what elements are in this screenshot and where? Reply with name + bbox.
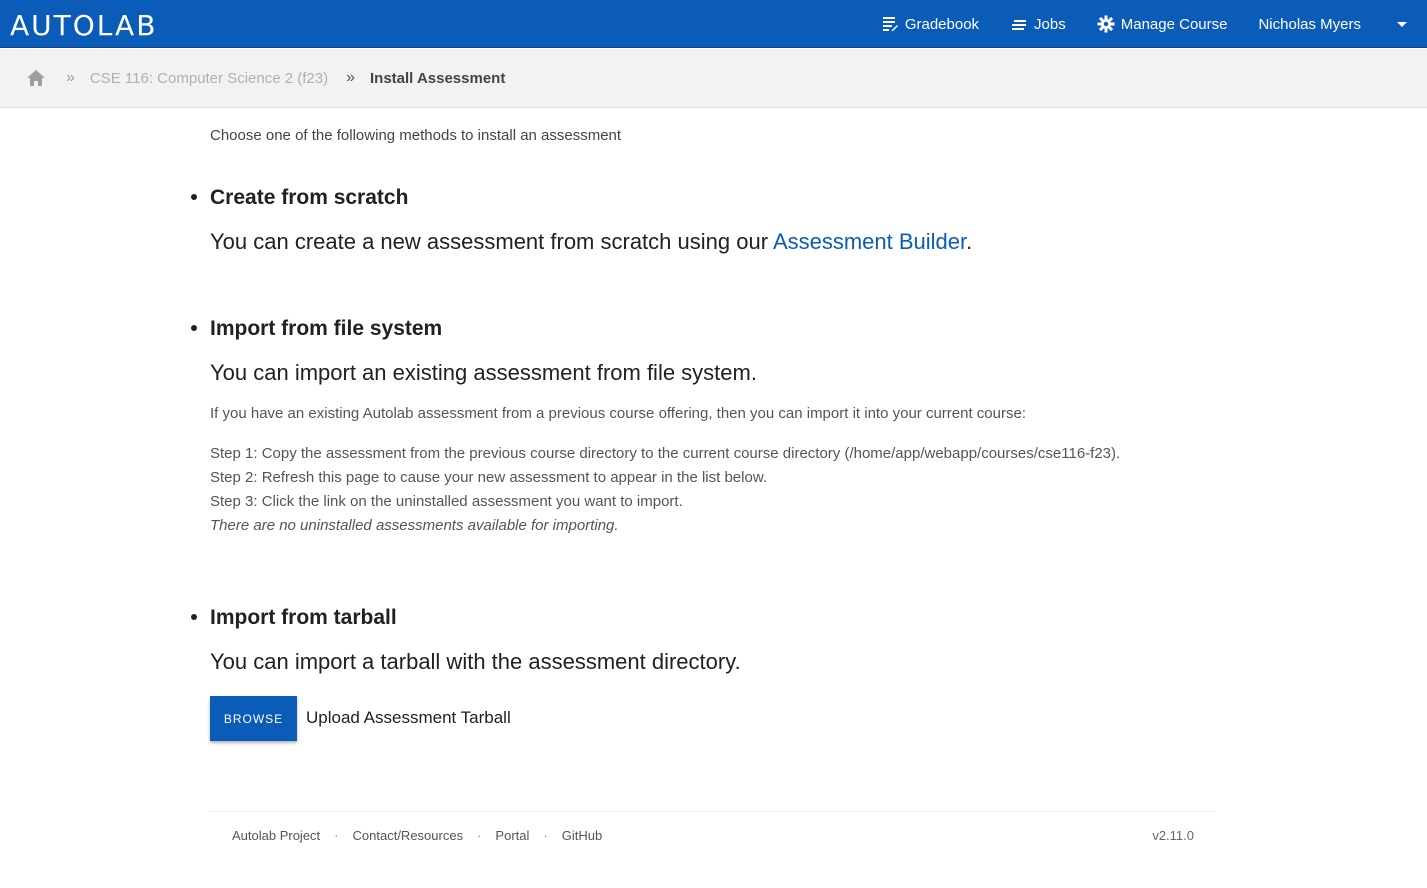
footer-separator: · [334,828,339,843]
jobs-icon [1012,20,1027,30]
section-description: If you have an existing Autolab assessme… [210,405,1026,422]
nav-manage-course-label: Manage Course [1120,15,1228,33]
bullet-icon [191,614,197,620]
section-import-file-system: Import from file system You can import a… [191,317,1220,538]
footer-link-github[interactable]: GitHub [562,828,602,843]
footer-separator: · [543,828,548,843]
empty-note: There are no uninstalled assessments ava… [210,517,619,534]
nav-gradebook[interactable]: Gradebook [881,0,979,48]
section-import-tarball: Import from tarball You can import a tar… [191,606,741,676]
nav-gradebook-label: Gradebook [904,15,980,33]
upload-tarball-label: Upload Assessment Tarball [306,708,511,727]
breadcrumb-separator-icon: » [66,69,75,86]
section-title: Import from file system [210,317,443,340]
svg-text:AUTOLAB: AUTOLAB [10,9,157,39]
home-icon[interactable] [26,69,46,87]
section-subtitle: You can create a new assessment from scr… [210,228,972,256]
top-navbar: AUTOLAB Gradebook Jobs Manage Course Nic… [0,0,1427,48]
section-subtitle: You can import a tarball with the assess… [210,649,741,674]
subtitle-suffix: . [966,229,973,254]
browse-button[interactable]: BROWSE [210,696,297,741]
bullet-icon [191,194,197,200]
section-title: Create from scratch [210,186,409,209]
caret-down-icon [1397,21,1407,27]
section-create-from-scratch: Create from scratch You can create a new… [191,186,972,256]
step-item: Step 3: Click the link on the uninstalle… [210,493,683,510]
subtitle-text: You can create a new assessment from scr… [210,229,773,254]
section-title: Import from tarball [210,606,397,629]
gear-icon [1097,15,1115,33]
user-menu[interactable]: Nicholas Myers [1258,16,1407,33]
footer-separator: · [477,828,482,843]
version-label: v2.11.0 [1152,828,1194,843]
section-subtitle: You can import an existing assessment fr… [210,360,757,385]
step-item: Step 1: Copy the assessment from the pre… [210,445,1121,462]
nav-jobs[interactable]: Jobs [1010,0,1066,48]
breadcrumb-course-link[interactable]: CSE 116: Computer Science 2 (f23) [90,70,328,87]
nav-jobs-label: Jobs [1034,15,1066,33]
user-name: Nicholas Myers [1258,15,1361,33]
breadcrumb-current: Install Assessment [369,69,506,87]
nav-items: Gradebook Jobs Manage Course Nicholas My… [881,0,1427,48]
footer-link-contact-resources[interactable]: Contact/Resources [353,828,464,843]
autolab-logo[interactable]: AUTOLAB [10,9,185,39]
footer-link-autolab-project[interactable]: Autolab Project [232,828,320,843]
bullet-icon [191,325,197,331]
breadcrumb: » CSE 116: Computer Science 2 (f23) » In… [0,49,1427,108]
footer: Autolab Project · Contact/Resources · Po… [210,811,1216,861]
gradebook-icon [882,17,898,31]
step-item: Step 2: Refresh this page to cause your … [210,469,767,486]
assessment-builder-link[interactable]: Assessment Builder [773,229,966,254]
breadcrumb-separator-icon: » [346,69,355,86]
footer-links: Autolab Project · Contact/Resources · Po… [232,828,602,843]
steps-list: Step 1: Copy the assessment from the pre… [210,442,1220,538]
intro-text: Choose one of the following methods to i… [210,127,622,144]
nav-manage-course[interactable]: Manage Course [1097,0,1228,48]
footer-link-portal[interactable]: Portal [495,828,529,843]
